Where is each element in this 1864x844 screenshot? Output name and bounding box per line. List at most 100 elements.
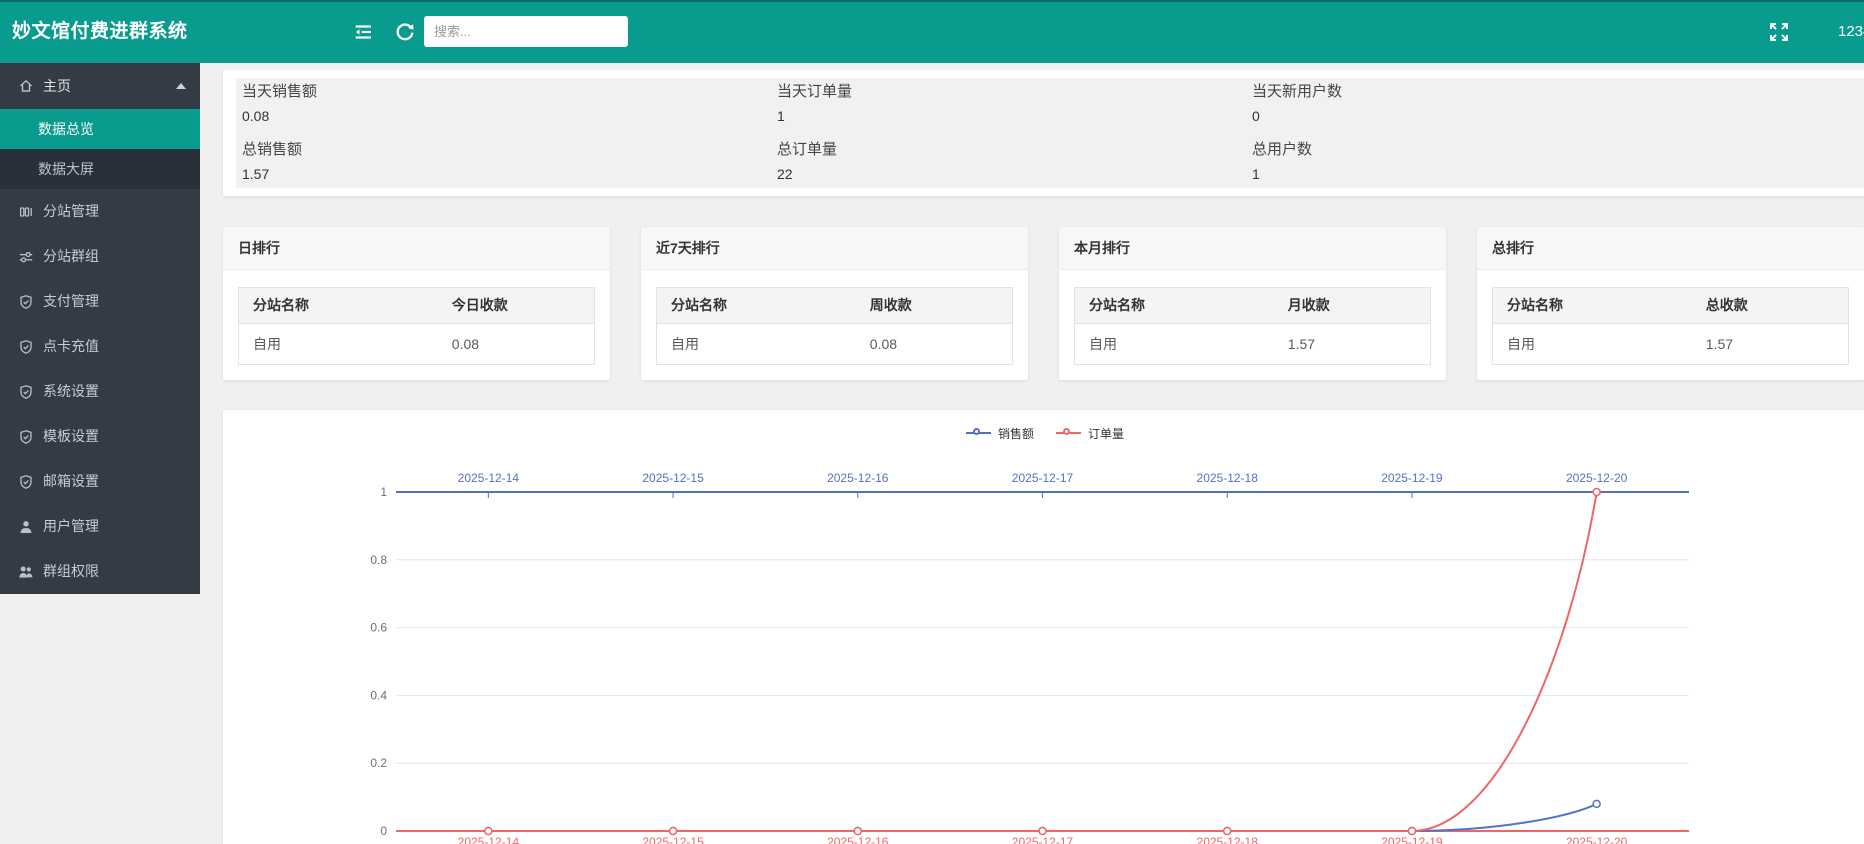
sidebar-nav: 主页 数据总览 数据大屏 分站管理 分站群组 bbox=[0, 63, 200, 594]
ranking-card-title: 本月排行 bbox=[1059, 227, 1446, 270]
shield-check-icon bbox=[18, 294, 34, 310]
sidebar-subitem-data-overview[interactable]: 数据总览 bbox=[0, 109, 200, 149]
fullscreen-icon[interactable] bbox=[1768, 21, 1790, 43]
column-header: 月收款 bbox=[1274, 288, 1430, 323]
sidebar-item-group-permissions[interactable]: 群组权限 bbox=[0, 549, 200, 594]
column-header: 总收款 bbox=[1692, 288, 1848, 323]
cell-site-name: 自用 bbox=[239, 324, 438, 364]
svg-text:2025-12-14: 2025-12-14 bbox=[458, 471, 520, 485]
ranking-card-week: 近7天排行 分站名称 周收款 自用 0.08 bbox=[641, 227, 1028, 380]
sidebar-item-home[interactable]: 主页 bbox=[0, 63, 200, 109]
sidebar-item-label: 模板设置 bbox=[43, 414, 99, 459]
table-row: 自用 0.08 bbox=[657, 324, 1012, 364]
ranking-table: 分站名称 总收款 自用 1.57 bbox=[1492, 287, 1849, 365]
sidebar-item-label: 系统设置 bbox=[43, 369, 99, 414]
column-header: 分站名称 bbox=[1075, 288, 1274, 323]
sidebar-item-mail-settings[interactable]: 邮箱设置 bbox=[0, 459, 200, 504]
sidebar-item-payment-manage[interactable]: 支付管理 bbox=[0, 279, 200, 324]
sidebar-item-label: 用户管理 bbox=[43, 504, 99, 549]
sliders-icon bbox=[18, 249, 34, 265]
stat-label: 当天销售额 bbox=[242, 84, 317, 100]
svg-text:2025-12-18: 2025-12-18 bbox=[1197, 835, 1259, 844]
top-header: 妙文馆付费进群系统 12345 bbox=[0, 0, 1864, 63]
column-header: 周收款 bbox=[856, 288, 1012, 323]
svg-text:2025-12-14: 2025-12-14 bbox=[458, 835, 520, 844]
stat-label: 总订单量 bbox=[777, 142, 837, 158]
ranking-card-total: 总排行 分站名称 总收款 自用 1.57 bbox=[1477, 227, 1864, 380]
svg-text:2025-12-16: 2025-12-16 bbox=[827, 835, 889, 844]
sidebar-item-label: 分站群组 bbox=[43, 234, 99, 279]
ranking-card-title: 近7天排行 bbox=[641, 227, 1028, 270]
cell-site-name: 自用 bbox=[1493, 324, 1692, 364]
svg-text:2025-12-20: 2025-12-20 bbox=[1566, 471, 1628, 485]
svg-text:0: 0 bbox=[380, 824, 387, 838]
stats-summary-card: 当天销售额 0.08 总销售额 1.57 当天订单量 1 总订单量 22 当天新… bbox=[223, 70, 1864, 196]
user-icon bbox=[18, 519, 34, 535]
table-row: 自用 1.57 bbox=[1493, 324, 1848, 364]
svg-text:2025-12-19: 2025-12-19 bbox=[1381, 835, 1443, 844]
chevron-up-icon bbox=[176, 83, 186, 89]
app-title: 妙文馆付费进群系统 bbox=[12, 0, 188, 63]
cell-amount: 1.57 bbox=[1692, 324, 1848, 364]
refresh-icon[interactable] bbox=[394, 21, 416, 43]
home-submenu: 数据总览 数据大屏 bbox=[0, 109, 200, 189]
svg-text:2025-12-16: 2025-12-16 bbox=[827, 471, 889, 485]
home-icon bbox=[18, 78, 34, 94]
legend-label: 销售额 bbox=[998, 425, 1034, 442]
column-header: 分站名称 bbox=[657, 288, 856, 323]
stat-value: 1 bbox=[777, 108, 785, 124]
current-user[interactable]: 12345 bbox=[1838, 0, 1864, 63]
sidebar-item-user-manage[interactable]: 用户管理 bbox=[0, 504, 200, 549]
cell-site-name: 自用 bbox=[657, 324, 856, 364]
svg-text:0.6: 0.6 bbox=[370, 621, 387, 635]
ranking-card-title: 日排行 bbox=[223, 227, 610, 270]
sidebar-subitem-data-screen[interactable]: 数据大屏 bbox=[0, 149, 200, 189]
header-top-line bbox=[0, 0, 1864, 2]
ranking-table: 分站名称 月收款 自用 1.57 bbox=[1074, 287, 1431, 365]
legend-item-orders[interactable]: 订单量 bbox=[1056, 425, 1124, 442]
svg-text:2025-12-15: 2025-12-15 bbox=[642, 471, 704, 485]
stat-label: 总用户数 bbox=[1252, 142, 1312, 158]
column-header: 分站名称 bbox=[1493, 288, 1692, 323]
stat-value: 0.08 bbox=[242, 108, 269, 124]
stats-well: 当天销售额 0.08 总销售额 1.57 当天订单量 1 总订单量 22 当天新… bbox=[236, 78, 1864, 188]
stat-value: 0 bbox=[1252, 108, 1260, 124]
stat-label: 当天新用户数 bbox=[1252, 84, 1342, 100]
legend-item-sales[interactable]: 销售额 bbox=[966, 425, 1034, 442]
svg-text:0.2: 0.2 bbox=[370, 756, 387, 770]
column-header: 分站名称 bbox=[239, 288, 438, 323]
search-input[interactable] bbox=[424, 16, 628, 47]
cell-amount: 1.57 bbox=[1274, 324, 1430, 364]
table-row: 自用 1.57 bbox=[1075, 324, 1430, 364]
sales-orders-chart[interactable]: 00.20.40.60.812025-12-142025-12-142025-1… bbox=[223, 410, 1864, 844]
chart-legend: 销售额 订单量 bbox=[223, 424, 1864, 442]
sidebar-item-label: 主页 bbox=[43, 64, 71, 109]
sidebar-item-template-settings[interactable]: 模板设置 bbox=[0, 414, 200, 459]
ranking-card-month: 本月排行 分站名称 月收款 自用 1.57 bbox=[1059, 227, 1446, 380]
svg-text:0.4: 0.4 bbox=[370, 688, 387, 702]
legend-circle-marker bbox=[973, 428, 980, 435]
shield-check-icon bbox=[18, 339, 34, 355]
svg-text:0.8: 0.8 bbox=[370, 553, 387, 567]
sidebar-item-substation-manage[interactable]: 分站管理 bbox=[0, 189, 200, 234]
legend-label: 订单量 bbox=[1088, 425, 1124, 442]
ranking-card-daily: 日排行 分站名称 今日收款 自用 0.08 bbox=[223, 227, 610, 380]
collapse-sidebar-icon[interactable] bbox=[352, 21, 374, 43]
shield-check-icon bbox=[18, 474, 34, 490]
svg-text:2025-12-15: 2025-12-15 bbox=[642, 835, 704, 844]
cell-amount: 0.08 bbox=[438, 324, 594, 364]
sidebar-item-label: 邮箱设置 bbox=[43, 459, 99, 504]
sidebar-item-system-settings[interactable]: 系统设置 bbox=[0, 369, 200, 414]
barcode-icon bbox=[18, 204, 34, 220]
legend-line-marker bbox=[966, 432, 991, 434]
users-icon bbox=[18, 564, 34, 580]
cell-site-name: 自用 bbox=[1075, 324, 1274, 364]
sidebar-item-substation-groups[interactable]: 分站群组 bbox=[0, 234, 200, 279]
column-header: 今日收款 bbox=[438, 288, 594, 323]
stat-value: 1 bbox=[1252, 166, 1260, 182]
sidebar-item-card-recharge[interactable]: 点卡充值 bbox=[0, 324, 200, 369]
cell-amount: 0.08 bbox=[856, 324, 1012, 364]
svg-text:2025-12-17: 2025-12-17 bbox=[1012, 471, 1074, 485]
sidebar-item-label: 群组权限 bbox=[43, 549, 99, 594]
ranking-card-title: 总排行 bbox=[1477, 227, 1864, 270]
